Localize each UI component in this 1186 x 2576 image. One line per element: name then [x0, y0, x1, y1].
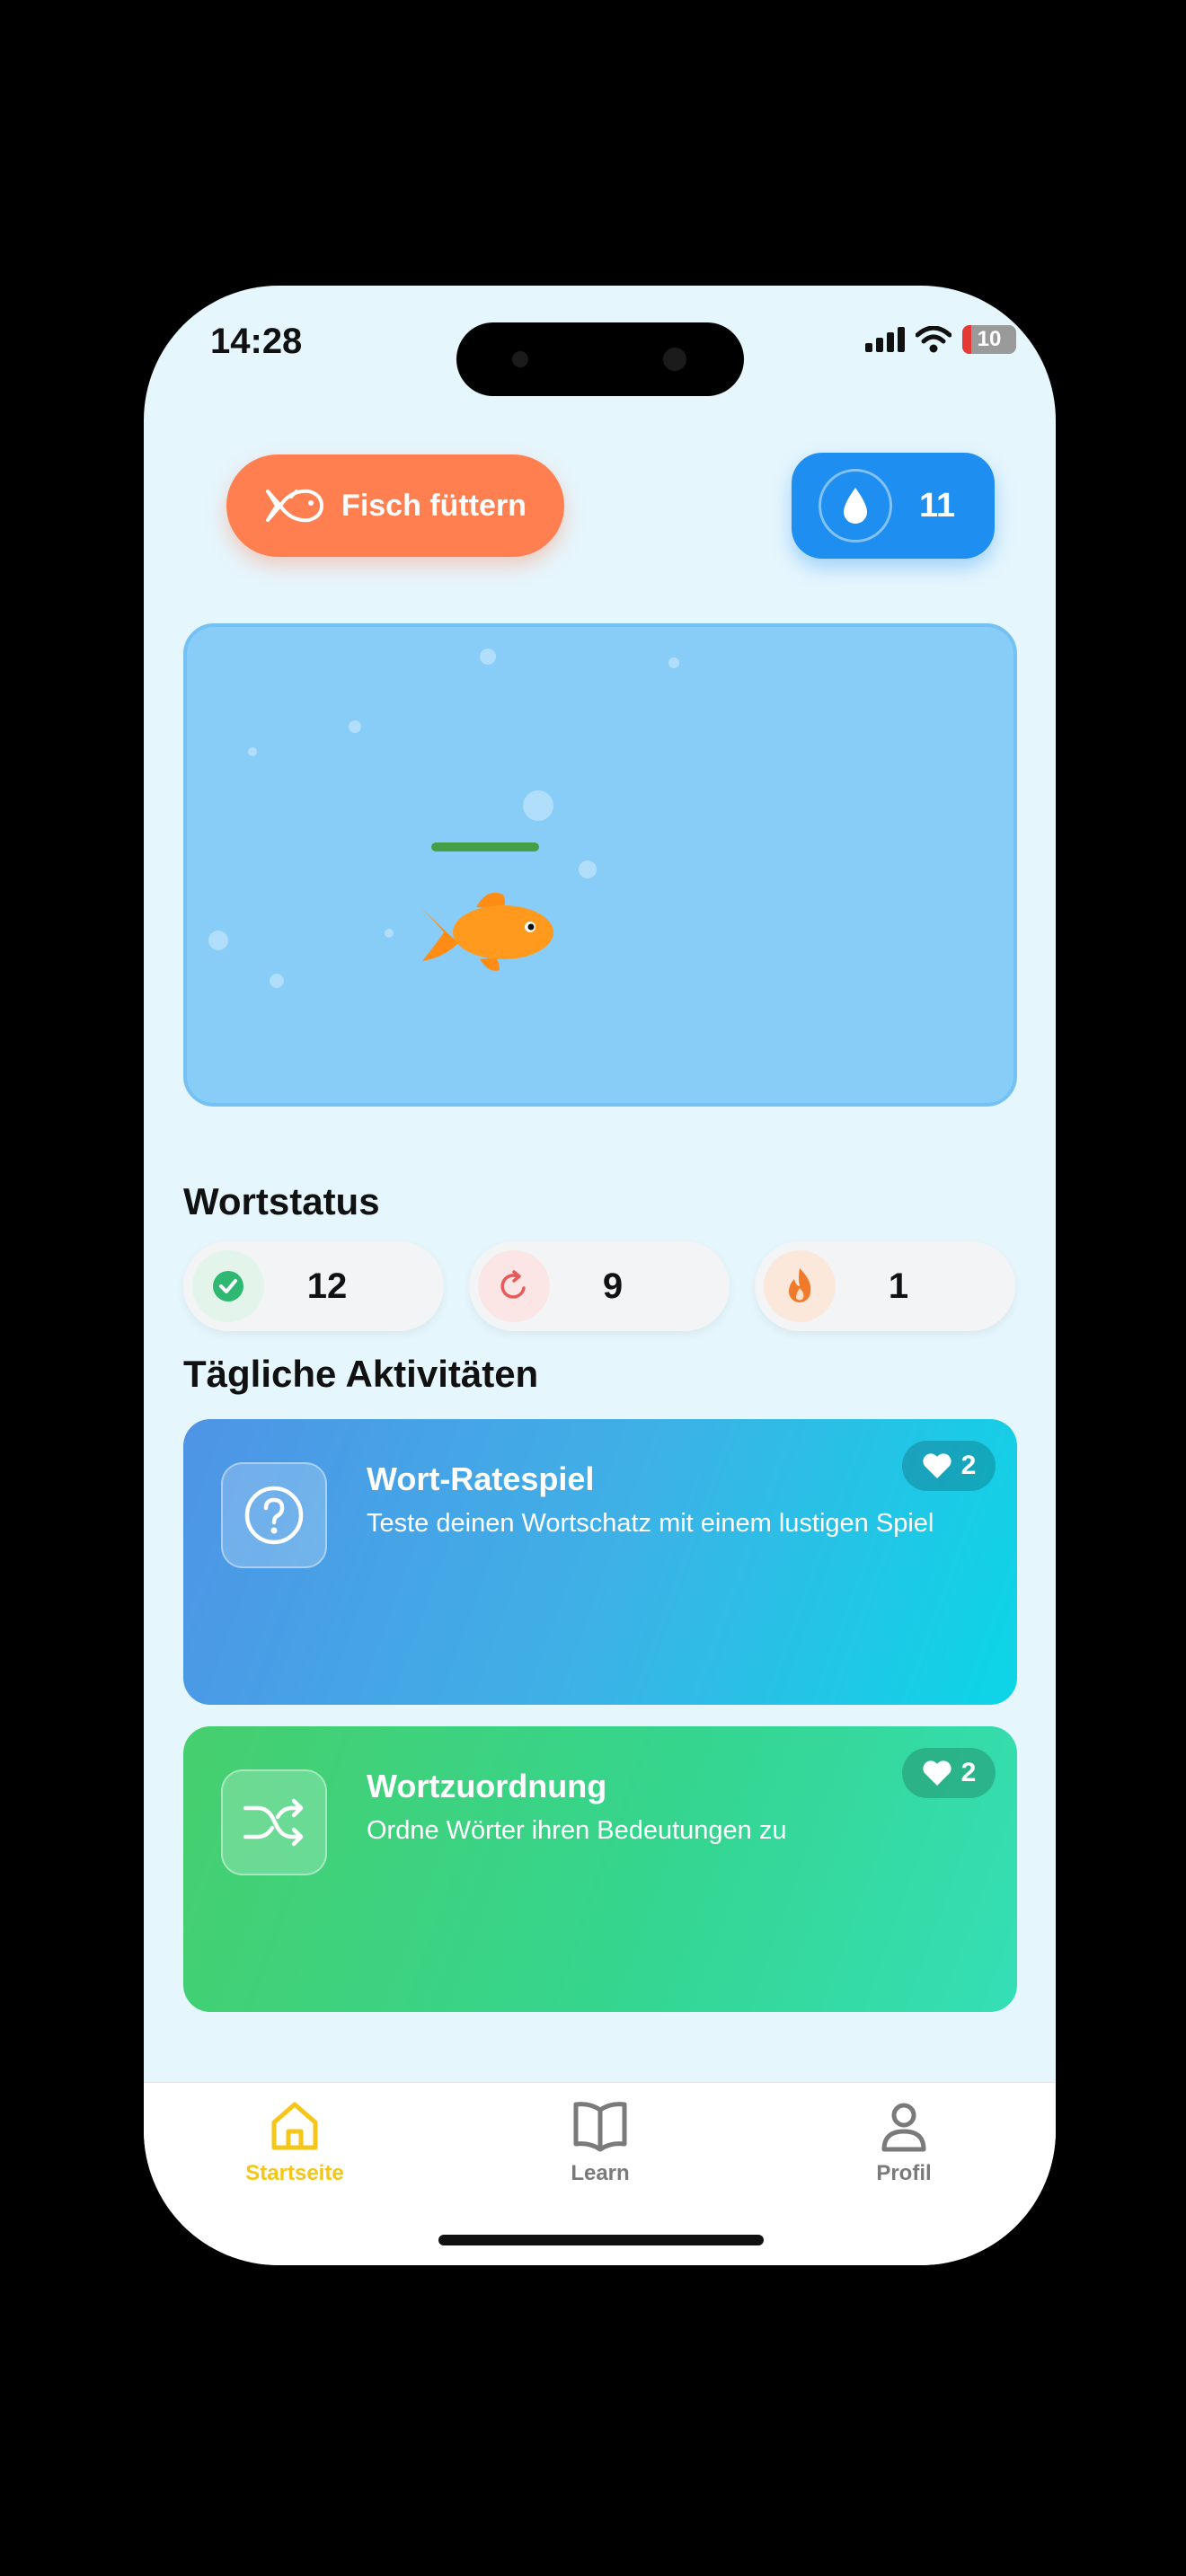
stat-review-value: 9	[602, 1266, 624, 1306]
bubble	[208, 931, 228, 950]
fish-tank[interactable]	[183, 623, 1017, 1107]
stat-streak[interactable]: 1	[755, 1241, 1015, 1331]
bubble	[385, 929, 394, 938]
phone-screen: 14:28 10 Fisch füttern 11 Wortstatus 12 …	[144, 286, 1056, 2265]
checkmark-icon	[192, 1250, 264, 1322]
activity-card-word-match[interactable]: Wortzuordnung Ordne Wörter ihren Bedeutu…	[183, 1726, 1017, 2012]
tab-profil[interactable]: Profil	[814, 2099, 994, 2186]
feed-fish-label: Fisch füttern	[341, 488, 527, 523]
tab-label: Startseite	[245, 2161, 344, 2185]
daily-activities-title: Tägliche Aktivitäten	[183, 1353, 539, 1395]
activity-description: Teste deinen Wortschatz mit einem lustig…	[367, 1509, 934, 1538]
status-icons: 10	[865, 325, 1016, 354]
hearts-badge: 2	[902, 1748, 996, 1798]
wifi-icon	[916, 326, 951, 353]
fish-health-bar	[431, 842, 539, 851]
hearts-count: 2	[960, 1451, 977, 1480]
word-status-title: Wortstatus	[183, 1180, 380, 1222]
question-icon	[221, 1462, 327, 1568]
status-time: 14:28	[210, 322, 303, 361]
drop-icon	[819, 469, 892, 543]
signal-icon	[865, 327, 905, 352]
bubble	[349, 720, 361, 733]
tab-learn[interactable]: Learn	[510, 2099, 690, 2186]
bubble	[248, 747, 257, 756]
drops-count: 11	[919, 486, 956, 525]
bubble	[480, 648, 496, 665]
hearts-badge: 2	[902, 1441, 996, 1491]
bubble	[270, 974, 284, 988]
hearts-count: 2	[960, 1758, 977, 1787]
fish-outline-icon	[266, 489, 324, 523]
home-icon	[271, 2102, 318, 2150]
drops-counter[interactable]: 11	[792, 453, 995, 559]
shuffle-icon	[221, 1769, 327, 1875]
goldfish[interactable]	[417, 887, 561, 974]
activity-title: Wort-Ratespiel	[367, 1460, 595, 1497]
activity-title: Wortzuordnung	[367, 1768, 607, 1804]
dynamic-island	[456, 322, 744, 396]
heart-icon	[923, 1760, 951, 1786]
stat-learned-value: 12	[306, 1266, 348, 1306]
activity-description: Ordne Wörter ihren Bedeutungen zu	[367, 1816, 787, 1845]
stat-streak-value: 1	[888, 1266, 909, 1306]
bubble	[668, 657, 679, 668]
stat-learned[interactable]: 12	[183, 1241, 444, 1331]
flame-icon	[764, 1250, 836, 1322]
bubble	[523, 790, 553, 821]
feed-fish-button[interactable]: Fisch füttern	[226, 454, 564, 557]
home-indicator	[438, 2235, 764, 2245]
tab-startseite[interactable]: Startseite	[205, 2099, 385, 2186]
tab-label: Learn	[571, 2161, 630, 2185]
activity-card-word-guess[interactable]: Wort-Ratespiel Teste deinen Wortschatz m…	[183, 1419, 1017, 1705]
stat-review[interactable]: 9	[469, 1241, 730, 1331]
battery-indicator: 10	[962, 325, 1016, 354]
refresh-icon	[478, 1250, 550, 1322]
tab-label: Profil	[876, 2161, 932, 2185]
profile-icon	[881, 2103, 926, 2152]
heart-icon	[923, 1453, 951, 1478]
book-icon	[573, 2102, 627, 2152]
bubble	[579, 860, 597, 878]
